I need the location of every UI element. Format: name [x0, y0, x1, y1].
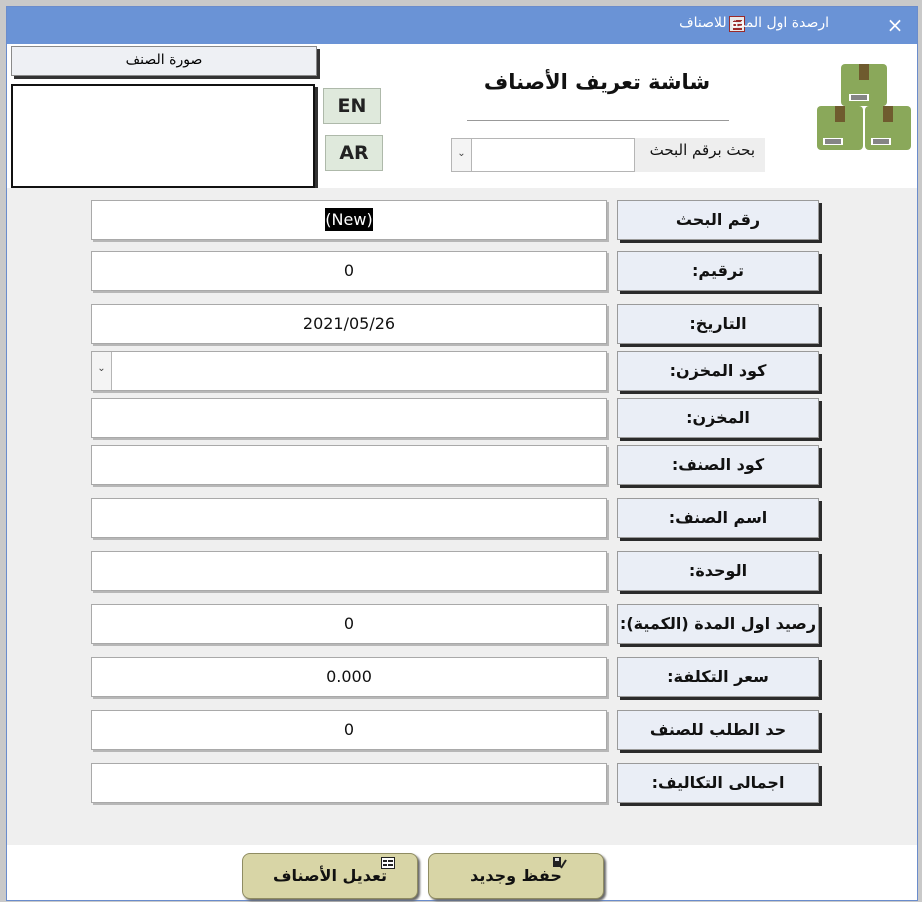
label-opening-qty: رصيد اول المدة (الكمية): — [617, 604, 819, 644]
chevron-down-icon[interactable]: ⌄ — [452, 139, 472, 171]
search-combo[interactable]: ⌄ — [451, 138, 635, 172]
search-label: بحث برقم البحث — [649, 141, 755, 159]
label-reorder-limit: حد الطلب للصنف — [617, 710, 819, 750]
cost-price-field[interactable]: 0.000 — [91, 657, 607, 697]
box-right — [865, 106, 911, 150]
label-cost-price: سعر التكلفة: — [617, 657, 819, 697]
title-divider — [467, 120, 729, 121]
label-store-code: كود المخزن: — [617, 351, 819, 391]
title-bar: ارصدة اول المدة للاصناف × — [7, 7, 917, 44]
item-name-field[interactable] — [91, 498, 607, 538]
item-code-field[interactable] — [91, 445, 607, 485]
label-total-costs: اجمالى التكاليف: — [617, 763, 819, 803]
label-unit: الوحدة: — [617, 551, 819, 591]
form-window: ارصدة اول المدة للاصناف × صورة الصنف EN … — [6, 6, 918, 901]
search-number-field[interactable]: (New) — [91, 200, 607, 240]
edit-items-label: تعديل الأصناف — [272, 866, 388, 885]
form-icon — [381, 857, 395, 869]
save-new-button[interactable]: حفظ وجديد — [428, 853, 604, 899]
chevron-down-icon[interactable]: ⌄ — [92, 352, 112, 390]
label-item-name: اسم الصنف: — [617, 498, 819, 538]
window-title: ارصدة اول المدة للاصناف — [679, 15, 829, 31]
box-top — [841, 64, 887, 106]
save-pencil-icon — [553, 857, 567, 869]
item-image-box[interactable] — [11, 84, 315, 188]
boxes-logo-icon — [817, 64, 911, 150]
label-search-number: رقم البحث — [617, 200, 819, 240]
form-footer: حفظ وجديد تعديل الأصناف — [7, 845, 917, 900]
label-date: التاريخ: — [617, 304, 819, 344]
label-numbering: ترقيم: — [617, 251, 819, 291]
store-field[interactable] — [91, 398, 607, 438]
lang-en-button[interactable]: EN — [323, 88, 381, 124]
unit-field[interactable] — [91, 551, 607, 591]
form-detail: رقم البحث (New) ترقيم: 0 التاريخ: 2021/0… — [7, 188, 917, 845]
close-icon[interactable]: × — [883, 13, 907, 37]
date-field[interactable]: 2021/05/26 — [91, 304, 607, 344]
lang-ar-button[interactable]: AR — [325, 135, 383, 171]
edit-items-button[interactable]: تعديل الأصناف — [242, 853, 418, 899]
reorder-limit-field[interactable]: 0 — [91, 710, 607, 750]
save-new-label: حفظ وجديد — [470, 866, 562, 885]
search-number-value: (New) — [325, 208, 373, 231]
numbering-field[interactable]: 0 — [91, 251, 607, 291]
label-store: المخزن: — [617, 398, 819, 438]
box-left — [817, 106, 863, 150]
opening-qty-field[interactable]: 0 — [91, 604, 607, 644]
item-image-label: صورة الصنف — [11, 46, 317, 76]
page-title: شاشة تعريف الأصناف — [483, 70, 711, 94]
store-code-combo[interactable]: ⌄ — [91, 351, 607, 391]
form-header: صورة الصنف EN AR شاشة تعريف الأصناف بحث … — [7, 44, 917, 188]
search-area: بحث برقم البحث ⌄ — [451, 138, 765, 172]
label-item-code: كود الصنف: — [617, 445, 819, 485]
total-costs-field[interactable] — [91, 763, 607, 803]
